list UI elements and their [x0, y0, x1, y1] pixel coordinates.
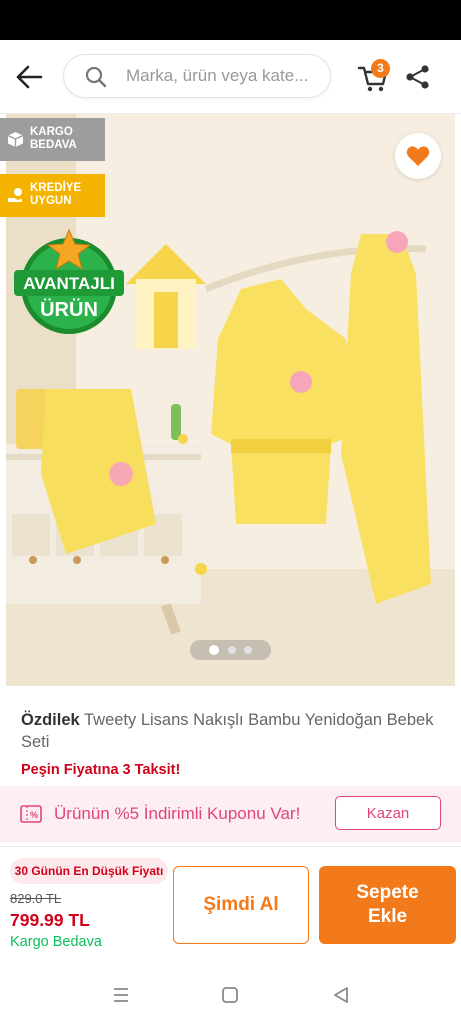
gallery-dot-active[interactable] [209, 645, 219, 655]
share-icon [406, 65, 429, 89]
home-icon[interactable] [221, 986, 239, 1004]
lowest-price-badge: 30 Günün En Düşük Fiyatı [10, 858, 168, 884]
recent-apps-icon[interactable] [111, 986, 131, 1004]
credit-badge-line1: KREDİYE [30, 182, 82, 194]
system-navigation-bar [0, 966, 461, 1024]
cargo-badge-line2: BEDAVA [30, 139, 77, 151]
gallery-dot[interactable] [228, 646, 236, 654]
installment-info: Peşin Fiyatına 3 Taksit! [21, 762, 181, 778]
divider [0, 846, 461, 847]
cart-count-badge: 3 [371, 59, 390, 78]
current-price: 799.99 TL [10, 910, 90, 930]
box-icon [7, 132, 24, 147]
share-button[interactable] [405, 64, 431, 90]
cargo-badge-line1: KARGO [30, 126, 73, 138]
earn-coupon-button[interactable]: Kazan [335, 796, 441, 830]
product-name: Tweety Lisans Nakışlı Bambu Yenidoğan Be… [21, 711, 434, 751]
hand-coin-icon [8, 188, 22, 202]
credit-badge-line2: UYGUN [30, 195, 72, 207]
search-input[interactable] [126, 55, 322, 97]
product-brand[interactable]: Özdilek [21, 711, 80, 729]
advantage-badge-line1: AVANTAJLI [23, 274, 115, 293]
gallery-pagination [190, 640, 271, 660]
free-cargo-badge: KARGO BEDAVA [0, 118, 105, 161]
status-bar [0, 0, 461, 40]
product-title: Özdilek Tweety Lisans Nakışlı Bambu Yeni… [21, 709, 441, 753]
top-bar: 3 [0, 40, 461, 114]
back-nav-icon[interactable] [332, 986, 350, 1004]
search-box[interactable] [63, 54, 331, 98]
search-icon [85, 66, 107, 88]
favorite-button[interactable] [395, 133, 441, 179]
coupon-banner: % Ürünün %5 İndirimli Kuponu Var! Kazan [0, 786, 461, 842]
back-button[interactable] [14, 62, 46, 92]
advantage-product-badge: AVANTAJLI ÜRÜN [14, 228, 124, 334]
advantage-badge-line2: ÜRÜN [40, 298, 98, 321]
free-shipping-label: Kargo Bedava [10, 934, 102, 950]
buy-now-button[interactable]: Şimdi Al [173, 866, 309, 944]
old-price: 829.0 TL [10, 891, 62, 906]
heart-icon [406, 146, 430, 166]
add-to-cart-button[interactable]: Sepete Ekle [319, 866, 456, 944]
coupon-text: Ürünün %5 İndirimli Kuponu Var! [54, 804, 301, 823]
gallery-dot[interactable] [244, 646, 252, 654]
back-arrow-icon [16, 65, 43, 89]
credit-eligible-badge: KREDİYE UYGUN [0, 174, 105, 217]
svg-text:%: % [30, 810, 38, 820]
coupon-icon: % [20, 805, 42, 823]
